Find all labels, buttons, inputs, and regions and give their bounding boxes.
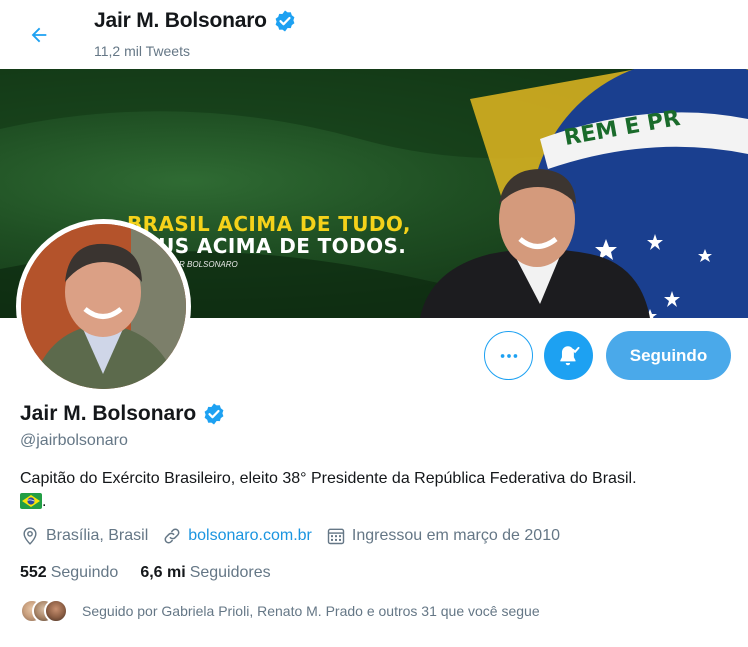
header-name: Jair M. Bolsonaro (94, 9, 267, 32)
profile-meta: Brasília, Brasil bolsonaro.com.br Ingres… (20, 526, 574, 546)
avatar-portrait (21, 224, 186, 389)
header-title: Jair M. Bolsonaro (94, 9, 297, 33)
more-options-button[interactable] (484, 331, 533, 380)
following-label: Seguindo (50, 564, 119, 581)
followed-by-row[interactable]: Seguido por Gabriela Prioli, Renato M. P… (20, 599, 540, 623)
more-horizontal-icon (500, 353, 517, 358)
followers-value: 6,6 mi (140, 564, 186, 581)
brazil-flag-emoji-icon (20, 493, 42, 509)
back-button[interactable] (22, 18, 56, 52)
mini-avatar (44, 599, 68, 623)
calendar-icon (327, 528, 345, 545)
followers-you-know-avatars (20, 599, 70, 623)
location-item: Brasília, Brasil (20, 526, 148, 546)
location-text: Brasília, Brasil (46, 527, 149, 544)
profile-counts: 552 Seguindo 6,6 mi Seguidores (20, 564, 293, 582)
notifications-bell-icon (559, 345, 580, 365)
profile-avatar[interactable] (16, 219, 191, 394)
profile-bio: Capitão do Exército Brasileiro, eleito 3… (20, 467, 730, 513)
location-pin-icon (23, 527, 37, 545)
link-icon (164, 528, 180, 544)
tweet-count: 11,2 mil Tweets (94, 43, 190, 59)
bio-text: Capitão do Exército Brasileiro, eleito 3… (20, 470, 637, 487)
website-link[interactable]: bolsonaro.com.br (188, 527, 312, 545)
followers-label: Seguidores (189, 564, 271, 581)
followers-count[interactable]: 6,6 mi Seguidores (140, 564, 270, 582)
slogan-line-1: BRASIL ACIMA DE TUDO, (127, 212, 411, 236)
profile-handle: @jairbolsonaro (20, 432, 128, 449)
following-button[interactable]: Seguindo (606, 331, 731, 380)
bio-end: . (42, 493, 47, 510)
website-item[interactable]: bolsonaro.com.br (162, 526, 312, 546)
verified-badge-icon (204, 403, 224, 425)
profile-header: Jair M. Bolsonaro 11,2 mil Tweets (0, 0, 748, 68)
following-count[interactable]: 552 Seguindo (20, 564, 118, 582)
joined-item: Ingressou em março de 2010 (326, 526, 560, 546)
joined-text: Ingressou em março de 2010 (351, 527, 560, 544)
following-value: 552 (20, 564, 47, 581)
profile-name-row: Jair M. Bolsonaro (20, 402, 226, 426)
arrow-left-icon (31, 27, 47, 43)
verified-badge-icon (275, 10, 295, 32)
notifications-button[interactable] (544, 331, 593, 380)
followed-by-text: Seguido por Gabriela Prioli, Renato M. P… (82, 603, 540, 619)
profile-name: Jair M. Bolsonaro (20, 402, 197, 425)
avatar-photo (21, 224, 186, 389)
